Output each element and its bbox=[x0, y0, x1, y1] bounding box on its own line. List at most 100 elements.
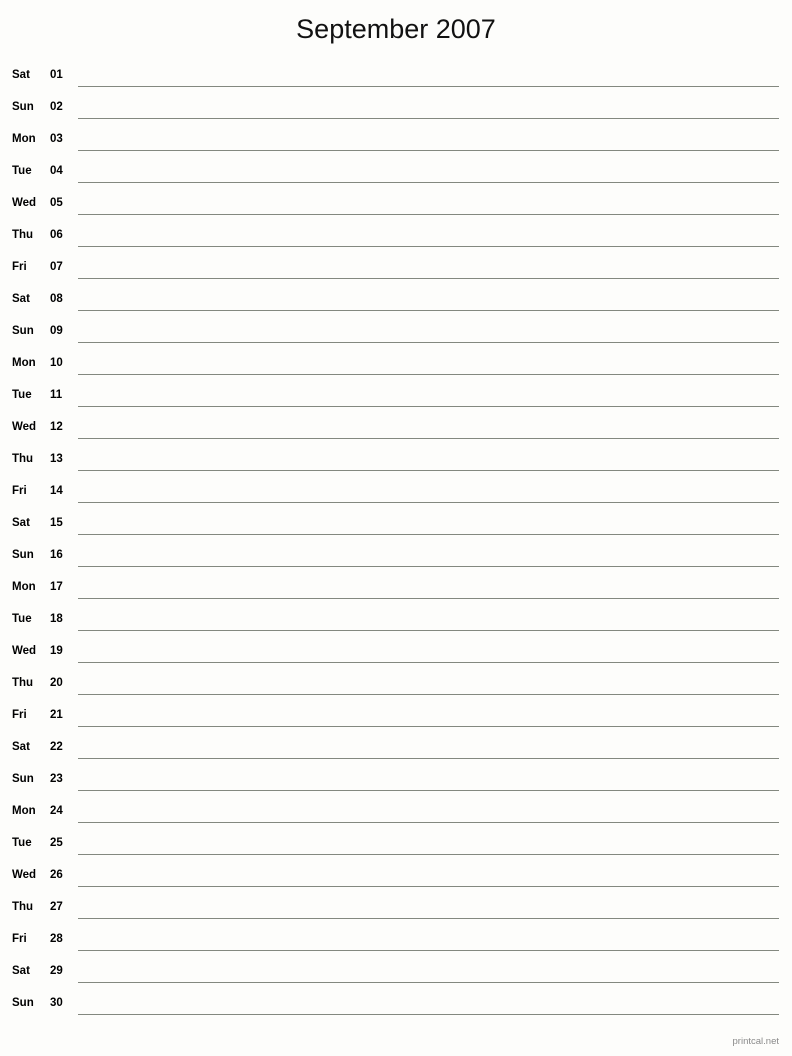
day-weekday-label: Fri bbox=[12, 933, 27, 945]
day-number-label: 23 bbox=[50, 773, 63, 785]
day-writing-line[interactable] bbox=[78, 182, 779, 183]
day-writing-line[interactable] bbox=[78, 630, 779, 631]
day-row[interactable]: Sat 22 bbox=[0, 736, 792, 768]
day-number-label: 06 bbox=[50, 229, 63, 241]
day-weekday-label: Thu bbox=[12, 453, 34, 465]
day-number-label: 01 bbox=[50, 69, 63, 81]
day-row[interactable]: Thu 06 bbox=[0, 224, 792, 256]
page-title: September 2007 bbox=[296, 14, 496, 44]
day-writing-line[interactable] bbox=[78, 982, 779, 983]
day-weekday-label: Thu bbox=[12, 901, 34, 913]
day-number-label: 05 bbox=[50, 197, 63, 209]
day-row[interactable]: Wed 05 bbox=[0, 192, 792, 224]
day-row[interactable]: Fri 07 bbox=[0, 256, 792, 288]
day-weekday-label: Tue bbox=[12, 389, 32, 401]
day-writing-line[interactable] bbox=[78, 502, 779, 503]
day-row[interactable]: Mon 03 bbox=[0, 128, 792, 160]
day-weekday-label: Thu bbox=[12, 229, 34, 241]
day-number-label: 08 bbox=[50, 293, 63, 305]
day-row[interactable]: Sat 08 bbox=[0, 288, 792, 320]
day-row[interactable]: Wed 12 bbox=[0, 416, 792, 448]
day-row[interactable]: Mon 10 bbox=[0, 352, 792, 384]
day-row[interactable]: Wed 19 bbox=[0, 640, 792, 672]
day-writing-line[interactable] bbox=[78, 950, 779, 951]
day-writing-line[interactable] bbox=[78, 1014, 779, 1015]
day-weekday-label: Sun bbox=[12, 997, 34, 1009]
day-number-label: 19 bbox=[50, 645, 63, 657]
day-weekday-label: Mon bbox=[12, 581, 36, 593]
day-weekday-label: Tue bbox=[12, 165, 32, 177]
day-row[interactable]: Tue 11 bbox=[0, 384, 792, 416]
day-writing-line[interactable] bbox=[78, 246, 779, 247]
day-writing-line[interactable] bbox=[78, 918, 779, 919]
day-writing-line[interactable] bbox=[78, 278, 779, 279]
day-weekday-label: Sun bbox=[12, 101, 34, 113]
day-row[interactable]: Sun 30 bbox=[0, 992, 792, 1024]
day-writing-line[interactable] bbox=[78, 662, 779, 663]
day-writing-line[interactable] bbox=[78, 534, 779, 535]
day-weekday-label: Wed bbox=[12, 645, 37, 657]
day-weekday-label: Thu bbox=[12, 677, 34, 689]
day-writing-line[interactable] bbox=[78, 342, 779, 343]
day-row[interactable]: Wed 26 bbox=[0, 864, 792, 896]
day-writing-line[interactable] bbox=[78, 86, 779, 87]
day-row[interactable]: Fri 21 bbox=[0, 704, 792, 736]
day-number-label: 10 bbox=[50, 357, 63, 369]
day-row[interactable]: Fri 28 bbox=[0, 928, 792, 960]
day-writing-line[interactable] bbox=[78, 150, 779, 151]
day-weekday-label: Mon bbox=[12, 805, 36, 817]
day-row[interactable]: Thu 20 bbox=[0, 672, 792, 704]
day-weekday-label: Sat bbox=[12, 965, 30, 977]
day-row[interactable]: Sun 23 bbox=[0, 768, 792, 800]
day-writing-line[interactable] bbox=[78, 374, 779, 375]
day-row[interactable]: Sat 15 bbox=[0, 512, 792, 544]
day-weekday-label: Fri bbox=[12, 261, 27, 273]
day-row[interactable]: Sun 02 bbox=[0, 96, 792, 128]
day-weekday-label: Sun bbox=[12, 549, 34, 561]
day-writing-line[interactable] bbox=[78, 822, 779, 823]
day-writing-line[interactable] bbox=[78, 694, 779, 695]
day-number-label: 14 bbox=[50, 485, 63, 497]
day-number-label: 15 bbox=[50, 517, 63, 529]
day-number-label: 17 bbox=[50, 581, 63, 593]
day-writing-line[interactable] bbox=[78, 214, 779, 215]
day-row[interactable]: Tue 04 bbox=[0, 160, 792, 192]
day-weekday-label: Fri bbox=[12, 485, 27, 497]
day-row[interactable]: Mon 17 bbox=[0, 576, 792, 608]
day-writing-line[interactable] bbox=[78, 118, 779, 119]
day-writing-line[interactable] bbox=[78, 758, 779, 759]
day-writing-line[interactable] bbox=[78, 566, 779, 567]
day-writing-line[interactable] bbox=[78, 726, 779, 727]
day-weekday-label: Sun bbox=[12, 773, 34, 785]
day-writing-line[interactable] bbox=[78, 470, 779, 471]
day-weekday-label: Mon bbox=[12, 357, 36, 369]
day-number-label: 21 bbox=[50, 709, 63, 721]
day-number-label: 25 bbox=[50, 837, 63, 849]
day-writing-line[interactable] bbox=[78, 406, 779, 407]
day-row[interactable]: Tue 25 bbox=[0, 832, 792, 864]
footer-credit: printcal.net bbox=[732, 1036, 779, 1047]
day-number-label: 13 bbox=[50, 453, 63, 465]
day-number-label: 04 bbox=[50, 165, 63, 177]
day-number-label: 18 bbox=[50, 613, 63, 625]
day-weekday-label: Sat bbox=[12, 293, 30, 305]
day-row[interactable]: Sun 16 bbox=[0, 544, 792, 576]
day-row[interactable]: Thu 13 bbox=[0, 448, 792, 480]
day-row[interactable]: Sat 01 bbox=[0, 64, 792, 96]
day-writing-line[interactable] bbox=[78, 438, 779, 439]
day-row[interactable]: Sun 09 bbox=[0, 320, 792, 352]
day-writing-line[interactable] bbox=[78, 598, 779, 599]
day-row[interactable]: Tue 18 bbox=[0, 608, 792, 640]
day-row[interactable]: Thu 27 bbox=[0, 896, 792, 928]
calendar-page: September 2007 Sat 01 Sun 02 Mon 03 Tue 04 Wed 05… bbox=[0, 0, 792, 1056]
day-writing-line[interactable] bbox=[78, 790, 779, 791]
day-writing-line[interactable] bbox=[78, 886, 779, 887]
day-number-label: 27 bbox=[50, 901, 63, 913]
day-writing-line[interactable] bbox=[78, 854, 779, 855]
day-row[interactable]: Mon 24 bbox=[0, 800, 792, 832]
day-number-label: 02 bbox=[50, 101, 63, 113]
day-row[interactable]: Fri 14 bbox=[0, 480, 792, 512]
day-number-label: 16 bbox=[50, 549, 63, 561]
day-row[interactable]: Sat 29 bbox=[0, 960, 792, 992]
day-writing-line[interactable] bbox=[78, 310, 779, 311]
